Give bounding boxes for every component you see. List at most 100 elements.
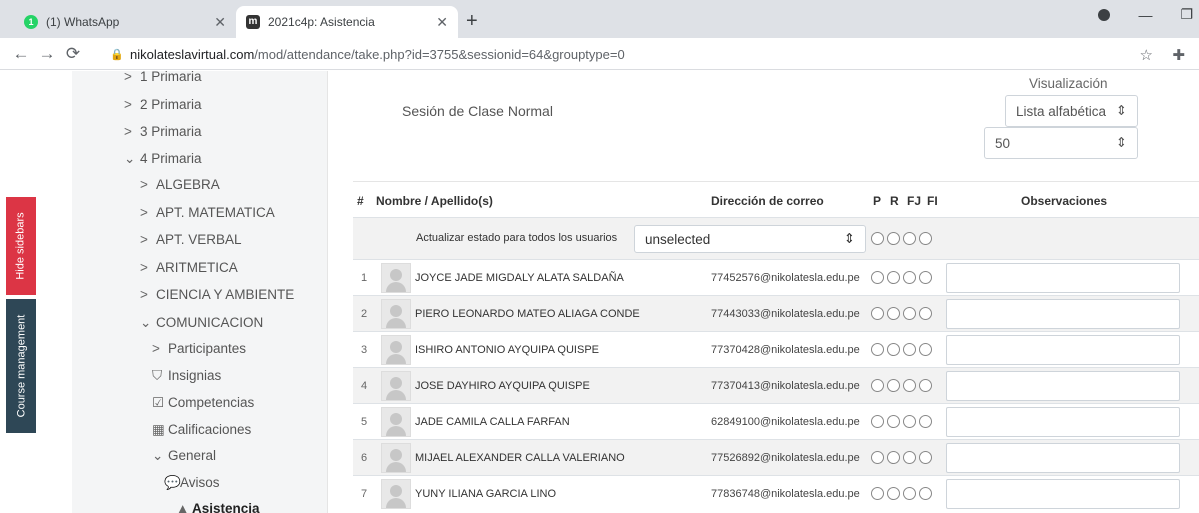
bulk-status-select[interactable]: unselected ⇕ [634, 225, 866, 253]
radio-fi[interactable] [919, 415, 932, 428]
radio-fi[interactable] [919, 271, 932, 284]
nav-item[interactable]: ⛉ Insignias [152, 368, 221, 384]
back-icon[interactable]: ← [8, 44, 34, 64]
nav-item-icon: > [124, 97, 132, 112]
observations-input[interactable] [946, 443, 1180, 473]
bookmark-star-icon[interactable]: ☆ [1140, 46, 1153, 64]
radio-r[interactable] [887, 451, 900, 464]
close-tab-icon[interactable]: ✕ [214, 14, 226, 31]
lock-icon: 🔒 [110, 49, 124, 61]
student-email: 77370428@nikolatesla.edu.pe [711, 344, 860, 356]
nav-item[interactable]: ⌄ General [152, 448, 216, 464]
radio-p[interactable] [871, 271, 884, 284]
radio-r[interactable] [887, 307, 900, 320]
nav-item-label: Competencias [168, 395, 255, 410]
radio-fj[interactable] [903, 487, 916, 500]
header-email[interactable]: Dirección de correo [711, 194, 824, 208]
per-page-select[interactable]: 50 ⇕ [984, 127, 1138, 159]
forward-icon[interactable]: → [34, 44, 60, 64]
radio-p[interactable] [871, 487, 884, 500]
nav-item[interactable]: >2 Primaria [124, 97, 202, 112]
student-name[interactable]: YUNY ILIANA GARCIA LINO [415, 488, 556, 500]
nav-item-label: 4 Primaria [140, 151, 202, 166]
header-p[interactable]: P [873, 194, 881, 208]
radio-fj[interactable] [903, 379, 916, 392]
radio-p[interactable] [871, 307, 884, 320]
table-row: 5 JADE CAMILA CALLA FARFAN 62849100@nikola… [353, 403, 1199, 439]
header-fi[interactable]: FI [927, 194, 938, 208]
nav-item[interactable]: >1 Primaria [124, 71, 202, 84]
radio-p[interactable] [871, 451, 884, 464]
radio-r[interactable] [887, 415, 900, 428]
hide-sidebars-button[interactable]: Hide sidebars [6, 197, 36, 295]
header-fj[interactable]: FJ [907, 194, 921, 208]
new-tab-button[interactable]: + [466, 10, 478, 33]
student-name[interactable]: PIERO LEONARDO MATEO ALIAGA CONDE [415, 308, 640, 320]
observations-input[interactable] [946, 407, 1180, 437]
student-name[interactable]: JADE CAMILA CALLA FARFAN [415, 416, 570, 428]
radio-p[interactable] [871, 379, 884, 392]
close-tab-icon[interactable]: ✕ [436, 14, 448, 31]
nav-item[interactable]: ▲ Asistencia [176, 501, 260, 513]
nav-item[interactable]: > ALGEBRA [140, 177, 220, 192]
radio-fj[interactable] [903, 271, 916, 284]
radio-p[interactable] [871, 415, 884, 428]
url-field[interactable]: 🔒 nikolateslavirtual.com/mod/attendance/… [110, 42, 1130, 66]
nav-item[interactable]: > Participantes [152, 341, 246, 356]
view-select[interactable]: Lista alfabética ⇕ [1005, 95, 1138, 127]
nav-item[interactable]: 💬Avisos [164, 475, 220, 491]
radio-p[interactable] [871, 343, 884, 356]
minimize-icon[interactable]: — [1138, 7, 1152, 23]
radio-fi[interactable] [919, 307, 932, 320]
radio-fi[interactable] [919, 379, 932, 392]
nav-item[interactable]: > ARITMETICA [140, 260, 238, 275]
reload-icon[interactable]: ⟳ [60, 44, 86, 64]
header-r[interactable]: R [890, 194, 899, 208]
radio-r[interactable] [887, 379, 900, 392]
nav-item-label: Participantes [168, 341, 247, 356]
observations-input[interactable] [946, 335, 1180, 365]
radio-fj[interactable] [903, 415, 916, 428]
student-name[interactable]: JOSE DAYHIRO AYQUIPA QUISPE [415, 380, 590, 392]
student-name[interactable]: MIJAEL ALEXANDER CALLA VALERIANO [415, 452, 625, 464]
restore-icon[interactable]: ❐ [1180, 6, 1193, 23]
observations-input[interactable] [946, 263, 1180, 293]
radio-fi[interactable] [919, 343, 932, 356]
tab-whatsapp[interactable]: 1 (1) WhatsApp ✕ [14, 6, 236, 38]
radio-fi[interactable] [919, 451, 932, 464]
radio-fi[interactable] [919, 232, 932, 245]
nav-item[interactable]: > APT. MATEMATICA [140, 205, 275, 220]
course-management-button[interactable]: Course management [6, 299, 36, 433]
radio-fj[interactable] [903, 451, 916, 464]
nav-item-label: 2 Primaria [140, 97, 202, 112]
header-name[interactable]: Nombre / Apellido(s) [376, 194, 493, 208]
tab-asistencia[interactable]: m 2021c4p: Asistencia ✕ [236, 6, 458, 38]
student-name[interactable]: JOYCE JADE MIGDALY ALATA SALDAÑA [415, 272, 624, 284]
radio-r[interactable] [887, 232, 900, 245]
observations-input[interactable] [946, 371, 1180, 401]
nav-item[interactable]: ▦ Calificaciones [152, 422, 251, 438]
nav-item[interactable]: ⌄ COMUNICACION [140, 315, 263, 331]
radio-r[interactable] [887, 271, 900, 284]
radio-fi[interactable] [919, 487, 932, 500]
nav-item-icon: ⌄ [124, 151, 136, 166]
nav-item-label: CIENCIA Y AMBIENTE [156, 287, 295, 302]
nav-item[interactable]: ☑ Competencias [152, 395, 254, 411]
radio-fj[interactable] [903, 232, 916, 245]
profile-icon[interactable] [1098, 8, 1111, 21]
observations-input[interactable] [946, 479, 1180, 509]
header-num: # [357, 194, 364, 208]
student-name[interactable]: ISHIRO ANTONIO AYQUIPA QUISPE [415, 344, 599, 356]
radio-fj[interactable] [903, 343, 916, 356]
nav-item[interactable]: >3 Primaria [124, 124, 202, 139]
radio-r[interactable] [887, 487, 900, 500]
radio-r[interactable] [887, 343, 900, 356]
observations-input[interactable] [946, 299, 1180, 329]
radio-fj[interactable] [903, 307, 916, 320]
attendance-radios [871, 271, 932, 284]
nav-item[interactable]: > CIENCIA Y AMBIENTE [140, 287, 294, 302]
nav-item[interactable]: > APT. VERBAL [140, 232, 242, 247]
radio-p[interactable] [871, 232, 884, 245]
extensions-icon[interactable]: ✚ [1172, 46, 1185, 64]
nav-item[interactable]: ⌄ 4 Primaria [124, 151, 202, 167]
